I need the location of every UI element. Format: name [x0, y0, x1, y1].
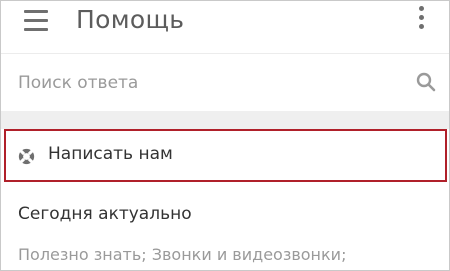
app-bar: Помощь — [1, 1, 449, 53]
search-input[interactable] — [18, 73, 398, 93]
search-icon[interactable] — [416, 72, 436, 92]
section-divider — [1, 111, 449, 129]
write-to-us-label: Написать нам — [48, 144, 173, 164]
topic-links[interactable]: Полезно знать; Звонки и видеозвонки; — [18, 245, 346, 264]
hamburger-menu-icon[interactable] — [24, 10, 48, 32]
write-to-us-button[interactable]: Написать нам — [4, 129, 447, 182]
help-screen: Помощь Написать нам Сегодня актуально По… — [0, 0, 450, 271]
lifebuoy-icon — [18, 148, 35, 165]
search-bar[interactable] — [1, 53, 449, 111]
section-title-today: Сегодня актуально — [18, 204, 192, 224]
more-vertical-icon[interactable] — [417, 6, 427, 32]
page-title: Помощь — [76, 5, 185, 34]
